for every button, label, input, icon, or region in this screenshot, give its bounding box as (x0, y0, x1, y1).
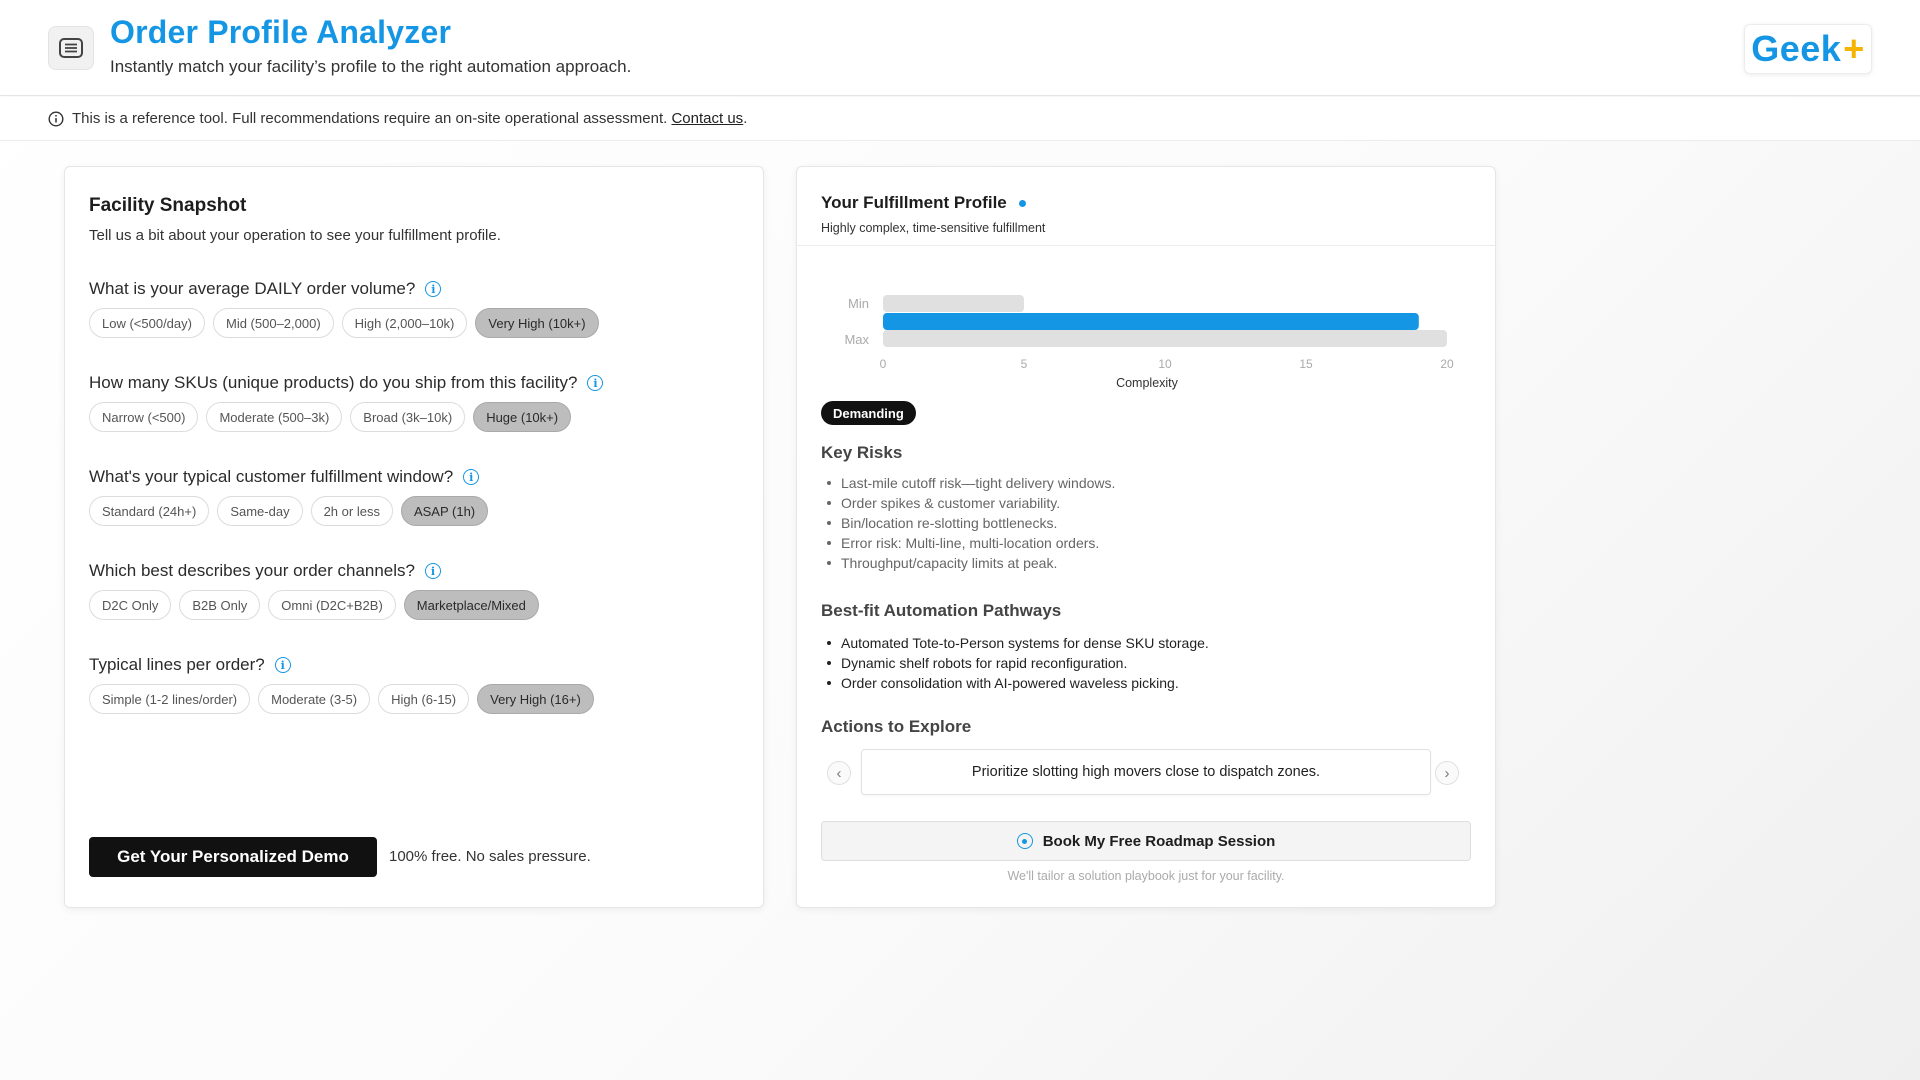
disclaimer-text: This is a reference tool. Full recommend… (72, 110, 668, 127)
option-chip-selected[interactable]: ASAP (1h) (400, 496, 489, 526)
action-card: Prioritize slotting high movers close to… (861, 749, 1431, 795)
question-label: How many SKUs (unique products) do you s… (89, 373, 578, 392)
list-item: Order consolidation with AI-powered wave… (821, 673, 1209, 693)
profile-subtitle: Highly complex, time-sensitive fulfillme… (821, 221, 1046, 235)
option-chip[interactable]: Moderate (3-5) (258, 684, 371, 714)
key-risks-title: Key Risks (821, 443, 903, 462)
complexity-chart: Min Max 0 5 10 15 20 Complexity (844, 295, 1454, 390)
chart-bar (883, 295, 1024, 312)
list-item: Bin/location re-slotting bottlenecks. (821, 513, 1115, 533)
option-chip[interactable]: B2B Only (179, 590, 261, 620)
axis-label-min: Min (848, 296, 869, 311)
option-chip[interactable]: Same-day (217, 496, 303, 526)
x-tick-label: 20 (1440, 357, 1454, 371)
order-volume-options: Low (<500/day) Mid (500–2,000) High (2,0… (89, 308, 599, 338)
info-icon[interactable]: i (425, 563, 441, 579)
info-circle-icon (48, 110, 64, 127)
app-title: Order Profile Analyzer (110, 14, 452, 50)
logo-plus: + (1843, 28, 1865, 69)
geek-plus-logo[interactable]: Geek + (1744, 24, 1872, 74)
actions-carousel: ‹ Prioritize slotting high movers close … (821, 749, 1481, 795)
profile-title: Your Fulfillment Profile (821, 193, 1007, 212)
x-tick-label: 10 (1158, 357, 1172, 371)
list-item: Error risk: Multi-line, multi-location o… (821, 533, 1115, 553)
question-order-volume: What is your average DAILY order volume?… (89, 279, 442, 299)
option-chip[interactable]: Moderate (500–3k) (206, 402, 343, 432)
axis-label-max: Max (844, 332, 869, 347)
book-roadmap-button[interactable]: Book My Free Roadmap Session (821, 821, 1471, 861)
option-chip-selected[interactable]: Huge (10k+) (473, 402, 572, 432)
option-chip-selected[interactable]: Very High (16+) (477, 684, 594, 714)
profile-title-row: Your Fulfillment Profile (821, 193, 1026, 213)
option-chip[interactable]: High (6-15) (378, 684, 470, 714)
list-item: Automated Tote-to-Person systems for den… (821, 633, 1209, 653)
app-header: Order Profile Analyzer Instantly match y… (0, 0, 1920, 96)
analyzer-icon (48, 26, 94, 70)
fulfillment-profile-card: Your Fulfillment Profile Highly complex,… (796, 166, 1496, 908)
option-chip[interactable]: Broad (3k–10k) (350, 402, 466, 432)
key-risks-list: Last-mile cutoff risk—tight delivery win… (821, 473, 1115, 573)
sku-count-options: Narrow (<500) Moderate (500–3k) Broad (3… (89, 402, 572, 432)
option-chip[interactable]: Standard (24h+) (89, 496, 210, 526)
list-item: Last-mile cutoff risk—tight delivery win… (821, 473, 1115, 493)
option-chip[interactable]: Mid (500–2,000) (212, 308, 334, 338)
disclaimer-bar: This is a reference tool. Full recommend… (0, 97, 1920, 141)
info-icon[interactable]: i (463, 469, 480, 485)
chart-bar (883, 330, 1447, 347)
x-axis-title: Complexity (1116, 376, 1179, 390)
question-order-channels: Which best describes your order channels… (89, 561, 441, 581)
book-button-label: Book My Free Roadmap Session (1042, 832, 1276, 850)
option-chip-selected[interactable]: Marketplace/Mixed (403, 590, 539, 620)
contact-us-link[interactable]: Contact us (671, 110, 743, 127)
list-item: Order spikes & customer variability. (821, 493, 1115, 513)
actions-title: Actions to Explore (821, 717, 972, 736)
target-icon (1016, 833, 1033, 849)
get-demo-button[interactable]: Get Your Personalized Demo (89, 837, 377, 877)
option-chip[interactable]: High (2,000–10k) (341, 308, 468, 338)
snapshot-subtitle: Tell us a bit about your operation to se… (89, 227, 501, 244)
divider (797, 245, 1495, 246)
info-icon[interactable]: i (274, 657, 291, 673)
lines-per-order-options: Simple (1-2 lines/order) Moderate (3-5) … (89, 684, 594, 714)
question-label: What is your average DAILY order volume? (89, 279, 416, 298)
option-chip[interactable]: Simple (1-2 lines/order) (89, 684, 251, 714)
list-item: Dynamic shelf robots for rapid reconfigu… (821, 653, 1209, 673)
option-chip[interactable]: Low (<500/day) (89, 308, 205, 338)
demo-note: 100% free. No sales pressure. (389, 848, 591, 865)
book-note: We'll tailor a solution playbook just fo… (1007, 869, 1285, 883)
option-chip[interactable]: 2h or less (310, 496, 393, 526)
status-dot-icon (1018, 199, 1026, 207)
question-label: What's your typical customer fulfillment… (89, 467, 454, 486)
option-chip-selected[interactable]: Very High (10k+) (475, 308, 599, 338)
chevron-left-icon[interactable]: ‹ (827, 761, 851, 785)
snapshot-title: Facility Snapshot (89, 195, 247, 216)
x-tick-label: 15 (1299, 357, 1313, 371)
x-tick-label: 5 (1021, 357, 1028, 371)
info-icon[interactable]: i (587, 375, 604, 391)
app-subtitle: Instantly match your facility’s profile … (110, 57, 632, 76)
disclaimer-period: . (743, 110, 748, 127)
option-chip[interactable]: D2C Only (89, 590, 172, 620)
info-icon[interactable]: i (425, 281, 442, 297)
question-lines-per-order: Typical lines per order? i (89, 655, 291, 675)
x-tick-label: 0 (880, 357, 887, 371)
question-label: Typical lines per order? (89, 655, 265, 674)
chevron-right-icon[interactable]: › (1435, 761, 1459, 785)
fulfillment-window-options: Standard (24h+) Same-day 2h or less ASAP… (89, 496, 489, 526)
order-channels-options: D2C Only B2B Only Omni (D2C+B2B) Marketp… (89, 590, 539, 620)
pathways-title: Best-fit Automation Pathways (821, 601, 1062, 620)
question-label: Which best describes your order channels… (89, 561, 415, 580)
question-fulfillment-window: What's your typical customer fulfillment… (89, 467, 480, 487)
logo-text: Geek (1751, 28, 1842, 69)
option-chip[interactable]: Narrow (<500) (89, 402, 199, 432)
list-item: Throughput/capacity limits at peak. (821, 553, 1115, 573)
option-chip[interactable]: Omni (D2C+B2B) (268, 590, 396, 620)
facility-snapshot-card: Facility Snapshot Tell us a bit about yo… (64, 166, 764, 908)
question-sku-count: How many SKUs (unique products) do you s… (89, 373, 604, 393)
difficulty-badge: Demanding (821, 401, 916, 425)
chart-bar (883, 313, 1419, 330)
pathways-list: Automated Tote-to-Person systems for den… (821, 633, 1209, 693)
